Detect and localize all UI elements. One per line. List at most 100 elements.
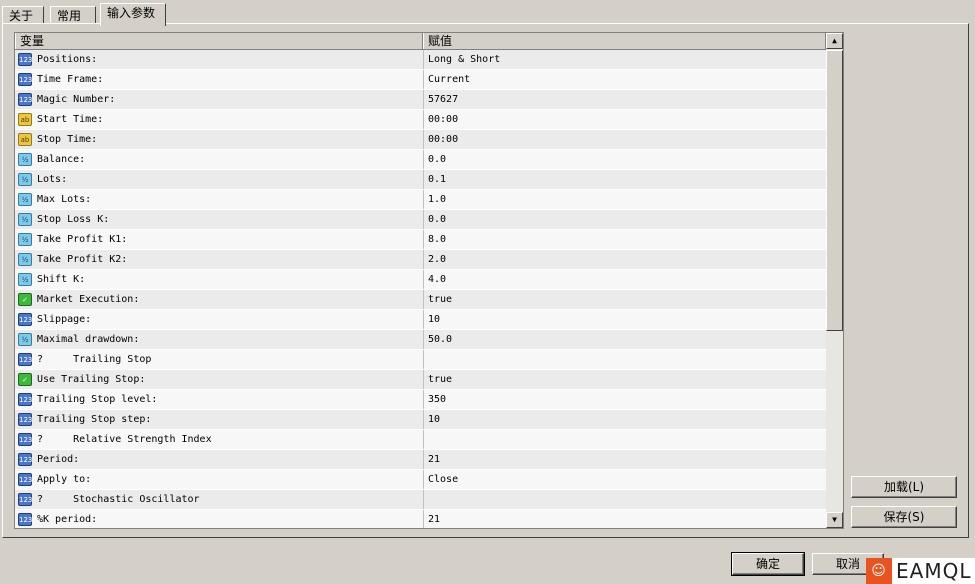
load-button[interactable]: 加载(L) xyxy=(851,476,957,498)
parameter-name: Take Profit K1: xyxy=(37,234,128,245)
grid-rows: 123 Positions: Long & Short 123 Time Frame: C… xyxy=(15,50,828,528)
parameter-name: Slippage: xyxy=(37,314,92,325)
tab-common[interactable]: 常用 xyxy=(50,6,96,24)
int-icon: 123 xyxy=(18,393,32,406)
table-row[interactable]: ab Start Time: 00:00 xyxy=(15,110,826,130)
parameter-value[interactable]: 00:00 xyxy=(423,130,828,149)
parameter-name: ? Trailing Stop xyxy=(37,354,152,365)
parameter-value[interactable] xyxy=(423,350,828,369)
parameter-name: Period: xyxy=(37,454,80,465)
table-row[interactable]: ab Stop Time: 00:00 xyxy=(15,130,826,150)
table-row[interactable]: ½ Maximal drawdown: 50.0 xyxy=(15,330,826,350)
parameter-value[interactable]: true xyxy=(423,370,828,389)
parameter-value[interactable]: 8.0 xyxy=(423,230,828,249)
parameter-value[interactable]: 0.0 xyxy=(423,210,828,229)
parameter-value[interactable]: 0.0 xyxy=(423,150,828,169)
save-button[interactable]: 保存(S) xyxy=(851,506,957,528)
table-row[interactable]: ½ Lots: 0.1 xyxy=(15,170,826,190)
parameter-value[interactable]: 1.0 xyxy=(423,190,828,209)
parameters-grid: 变量 赋值 123 Positions: Long & Short 123 Time F… xyxy=(14,32,844,529)
table-row[interactable]: 123 Apply to: Close xyxy=(15,470,826,490)
scroll-up-button[interactable]: ▲ xyxy=(826,33,843,49)
table-row[interactable]: 123 ? Trailing Stop xyxy=(15,350,826,370)
parameter-value[interactable]: 00:00 xyxy=(423,110,828,129)
scroll-down-button[interactable]: ▼ xyxy=(826,512,843,528)
double-icon: ½ xyxy=(18,253,32,266)
parameter-value[interactable]: 50.0 xyxy=(423,330,828,349)
table-row[interactable]: 123 Trailing Stop step: 10 xyxy=(15,410,826,430)
parameter-name: ? Relative Strength Index xyxy=(37,434,212,445)
table-row[interactable]: 123 ? Relative Strength Index xyxy=(15,430,826,450)
int-icon: 123 xyxy=(18,433,32,446)
parameter-value[interactable]: 10 xyxy=(423,410,828,429)
string-icon: ab xyxy=(18,133,32,146)
parameter-name: Positions: xyxy=(37,54,98,65)
bool-icon: ✓ xyxy=(18,293,32,306)
table-row[interactable]: 123 Positions: Long & Short xyxy=(15,50,826,70)
table-row[interactable]: 123 Trailing Stop level: 350 xyxy=(15,390,826,410)
parameter-name: Magic Number: xyxy=(37,94,116,105)
tab-about[interactable]: 关于 xyxy=(2,6,44,24)
column-header-value[interactable]: 赋值 xyxy=(423,33,826,49)
bool-icon: ✓ xyxy=(18,373,32,386)
table-row[interactable]: ✓ Market Execution: true xyxy=(15,290,826,310)
parameter-value[interactable]: 57627 xyxy=(423,90,828,109)
parameter-name: Maximal drawdown: xyxy=(37,334,140,345)
parameter-value[interactable]: 21 xyxy=(423,450,828,469)
table-row[interactable]: 123 Magic Number: 57627 xyxy=(15,90,826,110)
parameter-value[interactable]: 10 xyxy=(423,310,828,329)
table-row[interactable]: ½ Stop Loss K: 0.0 xyxy=(15,210,826,230)
parameter-name: Balance: xyxy=(37,154,86,165)
ok-button[interactable]: 确定 xyxy=(731,552,805,576)
parameter-name: %K period: xyxy=(37,514,98,525)
parameter-name: Take Profit K2: xyxy=(37,254,128,265)
parameter-value[interactable]: 2.0 xyxy=(423,250,828,269)
parameter-value[interactable] xyxy=(423,490,828,509)
parameter-value[interactable]: Close xyxy=(423,470,828,489)
grid-header: 变量 赋值 xyxy=(15,33,826,50)
int-icon: 123 xyxy=(18,353,32,366)
parameter-value[interactable]: 350 xyxy=(423,390,828,409)
int-icon: 123 xyxy=(18,453,32,466)
parameter-value[interactable]: 4.0 xyxy=(423,270,828,289)
robot-icon: ☺ xyxy=(866,558,892,584)
parameter-name: Trailing Stop level: xyxy=(37,394,158,405)
parameter-name: ? Stochastic Oscillator xyxy=(37,494,200,505)
tab-inputs[interactable]: 输入参数 xyxy=(100,3,166,26)
table-row[interactable]: 123 Period: 21 xyxy=(15,450,826,470)
table-row[interactable]: ½ Max Lots: 1.0 xyxy=(15,190,826,210)
int-icon: 123 xyxy=(18,493,32,506)
table-row[interactable]: ✓ Use Trailing Stop: true xyxy=(15,370,826,390)
watermark-logo: ☺ EAMQL xyxy=(866,558,975,584)
parameter-name: Max Lots: xyxy=(37,194,92,205)
table-row[interactable]: ½ Take Profit K2: 2.0 xyxy=(15,250,826,270)
parameter-value[interactable] xyxy=(423,430,828,449)
parameter-name: Lots: xyxy=(37,174,68,185)
int-icon: 123 xyxy=(18,513,32,526)
table-row[interactable]: 123 ? Stochastic Oscillator xyxy=(15,490,826,510)
parameter-value[interactable]: 0.1 xyxy=(423,170,828,189)
table-row[interactable]: ½ Balance: 0.0 xyxy=(15,150,826,170)
parameter-name: Market Execution: xyxy=(37,294,140,305)
double-icon: ½ xyxy=(18,333,32,346)
parameter-value[interactable]: 21 xyxy=(423,510,828,528)
parameter-name: Start Time: xyxy=(37,114,104,125)
vertical-scrollbar[interactable]: ▲ ▼ xyxy=(826,33,843,528)
parameter-value[interactable]: Current xyxy=(423,70,828,89)
watermark-text: EAMQL xyxy=(896,559,972,583)
table-row[interactable]: 123 %K period: 21 xyxy=(15,510,828,528)
column-header-variable[interactable]: 变量 xyxy=(15,33,423,49)
double-icon: ½ xyxy=(18,153,32,166)
table-row[interactable]: ½ Take Profit K1: 8.0 xyxy=(15,230,826,250)
int-icon: 123 xyxy=(18,413,32,426)
parameter-name: Trailing Stop step: xyxy=(37,414,152,425)
table-row[interactable]: ½ Shift K: 4.0 xyxy=(15,270,826,290)
table-row[interactable]: 123 Time Frame: Current xyxy=(15,70,826,90)
parameter-value[interactable]: true xyxy=(423,290,828,309)
double-icon: ½ xyxy=(18,273,32,286)
parameter-value[interactable]: Long & Short xyxy=(423,50,828,69)
table-row[interactable]: 123 Slippage: 10 xyxy=(15,310,826,330)
double-icon: ½ xyxy=(18,193,32,206)
parameter-name: Shift K: xyxy=(37,274,86,285)
scroll-thumb[interactable] xyxy=(826,50,843,331)
